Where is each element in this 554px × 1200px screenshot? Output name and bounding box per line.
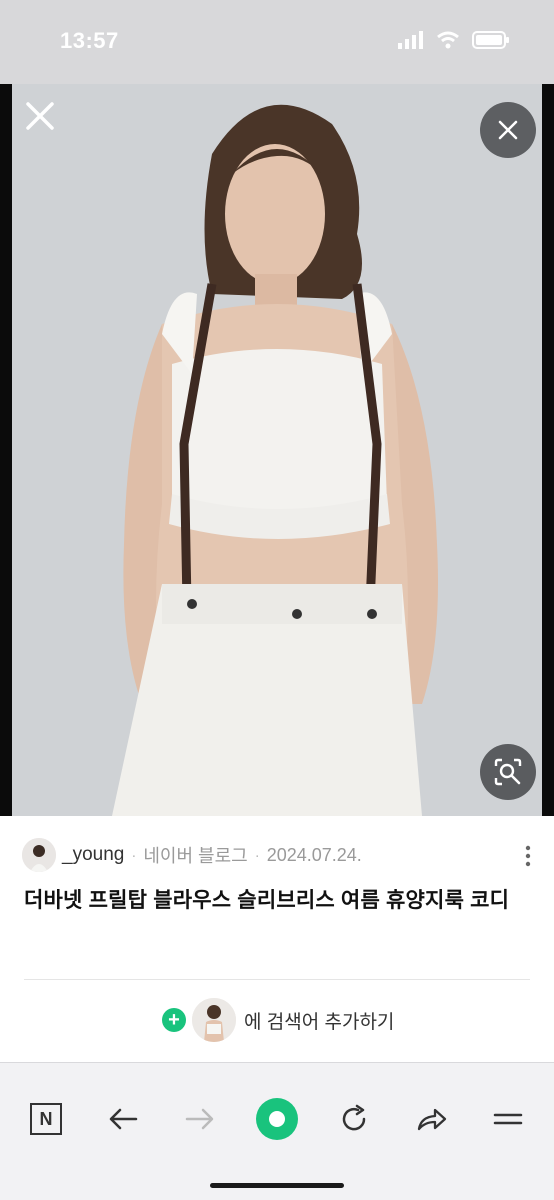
result-card[interactable]: _young · 네이버 블로그 · 2024.07.24. 더바넷 프릴탑 블…	[0, 816, 554, 1062]
share-button[interactable]	[409, 1097, 453, 1141]
menu-button[interactable]	[486, 1097, 530, 1141]
wifi-icon	[436, 31, 460, 54]
naver-logo-icon: N	[30, 1103, 62, 1135]
image-search-icon	[494, 758, 522, 786]
author-name[interactable]: _young	[62, 844, 124, 866]
search-thumbnail	[192, 998, 236, 1042]
menu-icon	[493, 1113, 523, 1125]
browser-toolbar: N	[0, 1062, 554, 1200]
status-time: 13:57	[60, 28, 119, 53]
product-photo	[12, 84, 542, 816]
image-viewer	[0, 84, 554, 816]
add-search-label: 에 검색어 추가하기	[244, 1011, 395, 1033]
author-avatar[interactable]	[22, 838, 56, 872]
close-icon[interactable]	[22, 98, 58, 134]
battery-icon	[472, 31, 510, 54]
add-search-term[interactable]: + 에 검색어 추가하기	[162, 998, 394, 1042]
close-icon	[498, 120, 518, 140]
post-date: 2024.07.24.	[266, 844, 362, 865]
status-bar: 13:57	[0, 0, 554, 84]
toolbar-buttons: N	[0, 1077, 554, 1157]
green-dot-icon	[256, 1098, 298, 1140]
image-search-button[interactable]	[480, 744, 536, 800]
post-source: 네이버 블로그	[143, 846, 248, 866]
refresh-button[interactable]	[332, 1097, 376, 1141]
post-title[interactable]: 더바넷 프릴탑 블라우스 슬리브리스 여름 휴양지룩 코디	[24, 884, 534, 918]
forward-arrow-icon	[185, 1108, 214, 1130]
separator-dot: ·	[131, 846, 137, 864]
status-icons	[398, 31, 510, 54]
screen: 13:57 _young · 네이버 블로그 · 2024.07.24. 더바넷…	[0, 0, 554, 1200]
green-home-button[interactable]	[255, 1097, 299, 1141]
naver-home-button[interactable]: N	[24, 1097, 68, 1141]
divider	[24, 979, 530, 980]
back-button[interactable]	[101, 1097, 145, 1141]
close-circle-button[interactable]	[480, 102, 536, 158]
more-vertical-icon[interactable]	[524, 844, 532, 868]
post-meta: _young · 네이버 블로그 · 2024.07.24.	[22, 838, 534, 872]
back-arrow-icon	[109, 1108, 138, 1130]
separator-dot: ·	[254, 846, 260, 864]
plus-icon: +	[162, 1008, 186, 1032]
forward-button[interactable]	[178, 1097, 222, 1141]
share-icon	[417, 1108, 447, 1131]
refresh-icon	[342, 1104, 366, 1131]
home-indicator[interactable]	[210, 1183, 344, 1188]
signal-icon	[398, 31, 424, 54]
